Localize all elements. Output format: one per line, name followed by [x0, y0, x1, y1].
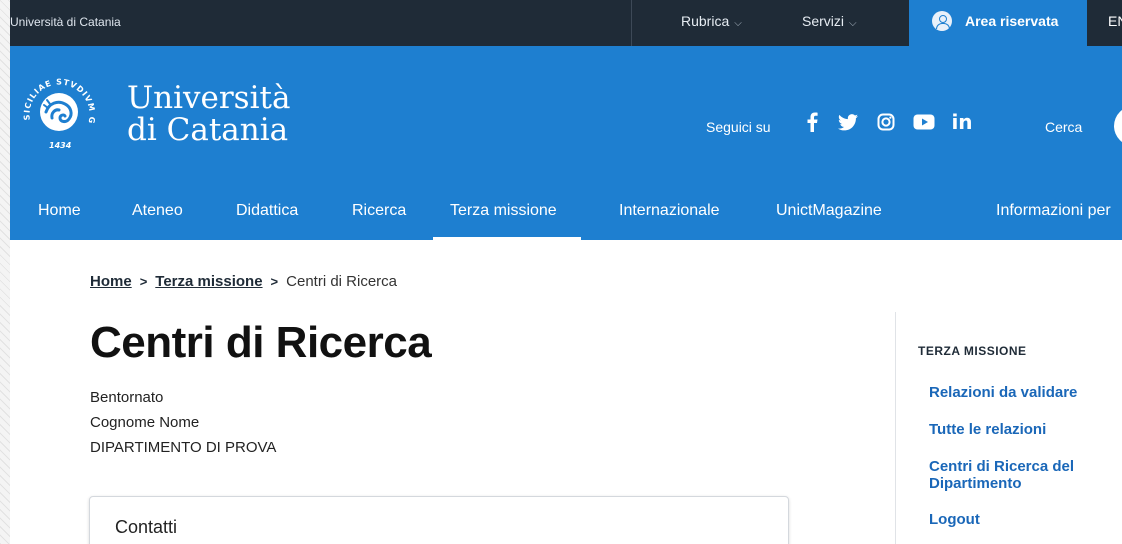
- nav-terza-missione[interactable]: Terza missione: [433, 194, 581, 240]
- facebook-icon[interactable]: [800, 110, 824, 134]
- sidebar-divider: [895, 312, 896, 544]
- sidebar-link-logout[interactable]: Logout: [929, 511, 1109, 528]
- logo-line-2: di Catania: [127, 112, 289, 148]
- logo-line-1: Università: [127, 80, 291, 116]
- sidebar-heading: TERZA MISSIONE: [918, 344, 1027, 358]
- page-title: Centri di Ricerca: [90, 318, 432, 367]
- nav-ricerca[interactable]: Ricerca: [352, 194, 406, 240]
- nav-didattica[interactable]: Didattica: [236, 194, 298, 240]
- chevron-down-icon: ⌵: [849, 18, 857, 29]
- servizi-label: Servizi: [802, 13, 845, 29]
- main-nav: Home Ateneo Didattica Ricerca Terza miss…: [10, 194, 1122, 240]
- twitter-icon[interactable]: [836, 110, 860, 134]
- page-frame: Università di Catania Rubrica ⌵ Servizi ⌵ …: [0, 0, 1122, 544]
- top-bar: Università di Catania Rubrica ⌵ Servizi ⌵ …: [10, 0, 1122, 46]
- university-seal-icon[interactable]: SICILIAE STVDIVM GENERALE 1434: [16, 68, 102, 154]
- rubrica-label: Rubrica: [681, 13, 730, 29]
- sidebar-link-centri-di-ricerca[interactable]: Centri di Ricerca del Dipartimento: [929, 458, 1099, 492]
- follow-label: Seguici su: [706, 119, 771, 135]
- department-name: DIPARTIMENTO DI PROVA: [90, 439, 277, 456]
- nav-internazionale[interactable]: Internazionale: [619, 194, 720, 240]
- user-name: Cognome Nome: [90, 414, 200, 431]
- sidebar-link-relazioni-da-validare[interactable]: Relazioni da validare: [929, 384, 1109, 401]
- site-header: SICILIAE STVDIVM GENERALE 1434 Universit…: [10, 46, 1122, 194]
- user-icon: [932, 11, 952, 31]
- chevron-down-icon: ⌵: [734, 18, 742, 29]
- university-logo-text[interactable]: Università di Catania: [127, 82, 290, 146]
- breadcrumb-terza-missione[interactable]: Terza missione: [155, 273, 262, 290]
- linkedin-icon[interactable]: in: [950, 110, 974, 134]
- breadcrumb-current: Centri di Ricerca: [286, 273, 398, 290]
- nav-home[interactable]: Home: [38, 194, 81, 240]
- contacts-card-title: Contatti: [115, 517, 178, 537]
- university-link[interactable]: Università di Catania: [10, 15, 121, 29]
- breadcrumb: Home > Terza missione > Centri di Ricerca: [90, 273, 397, 290]
- rubrica-menu[interactable]: Rubrica ⌵: [681, 13, 742, 29]
- sidebar-link-tutte-le-relazioni[interactable]: Tutte le relazioni: [929, 421, 1109, 438]
- youtube-icon[interactable]: [912, 110, 936, 134]
- area-riservata-button[interactable]: Area riservata: [909, 0, 1087, 46]
- breadcrumb-home[interactable]: Home: [90, 273, 132, 290]
- nav-ateneo[interactable]: Ateneo: [132, 194, 183, 240]
- nav-unictmagazine[interactable]: UnictMagazine: [776, 194, 882, 240]
- search-button[interactable]: [1114, 106, 1122, 146]
- language-switch[interactable]: EN: [1108, 13, 1122, 29]
- area-riservata-label: Area riservata: [965, 13, 1059, 29]
- seal-year: 1434: [49, 141, 72, 150]
- page: Università di Catania Rubrica ⌵ Servizi ⌵ …: [10, 0, 1122, 544]
- breadcrumb-separator: >: [270, 274, 279, 289]
- search-label: Cerca: [1045, 119, 1083, 135]
- instagram-icon[interactable]: [874, 110, 898, 134]
- breadcrumb-separator: >: [139, 274, 148, 289]
- contacts-card: Contatti: [89, 496, 789, 544]
- servizi-menu[interactable]: Servizi ⌵: [802, 13, 857, 29]
- greeting-text: Bentornato: [90, 389, 164, 406]
- nav-informazioni-per[interactable]: Informazioni per: [996, 194, 1111, 240]
- user-info: Bentornato Cognome Nome DIPARTIMENTO DI …: [90, 385, 276, 460]
- topbar-divider: [631, 0, 632, 46]
